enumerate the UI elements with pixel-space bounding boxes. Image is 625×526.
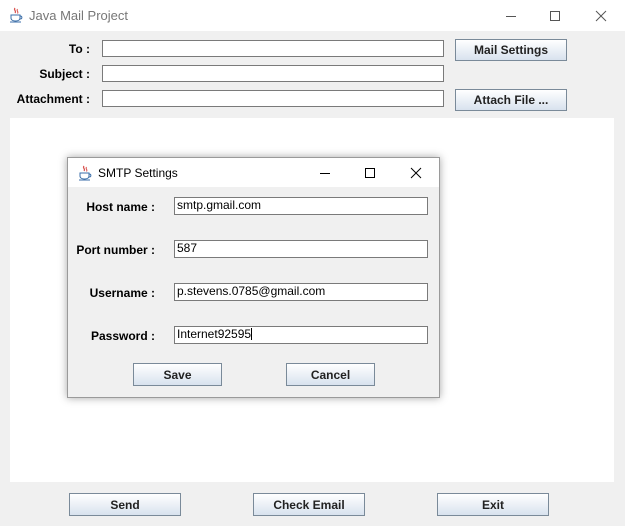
dialog-title-bar: SMTP Settings: [68, 158, 439, 187]
smtp-settings-dialog: SMTP Settings Host name : smtp.gmail.com…: [67, 157, 440, 398]
text-caret: [251, 328, 253, 340]
minimize-button[interactable]: [488, 0, 534, 31]
username-field[interactable]: p.stevens.0785@gmail.com: [174, 283, 428, 301]
save-button[interactable]: Save: [133, 363, 222, 386]
maximize-icon: [550, 10, 560, 21]
dialog-maximize-button[interactable]: [347, 158, 393, 187]
username-label: Username :: [89, 286, 155, 300]
to-field[interactable]: [102, 40, 444, 57]
host-name-field[interactable]: smtp.gmail.com: [174, 197, 428, 215]
send-button[interactable]: Send: [69, 493, 181, 516]
minimize-icon: [506, 15, 516, 17]
mail-settings-button[interactable]: Mail Settings: [455, 39, 567, 61]
minimize-icon: [320, 172, 330, 174]
close-button[interactable]: [578, 0, 624, 31]
maximize-icon: [365, 167, 375, 178]
port-number-label: Port number :: [76, 243, 155, 257]
window-title: Java Mail Project: [29, 8, 128, 23]
subject-field[interactable]: [102, 65, 444, 82]
dialog-minimize-button[interactable]: [302, 158, 348, 187]
close-icon: [595, 10, 607, 21]
title-bar: Java Mail Project: [0, 0, 625, 31]
password-field[interactable]: Internet92595: [174, 326, 428, 344]
exit-button[interactable]: Exit: [437, 493, 549, 516]
java-cup-icon: [77, 165, 93, 181]
java-cup-icon: [8, 7, 24, 23]
dialog-close-button[interactable]: [393, 158, 439, 187]
attachment-label: Attachment :: [16, 92, 90, 106]
check-email-button[interactable]: Check Email: [253, 493, 365, 516]
dialog-title: SMTP Settings: [98, 166, 178, 180]
subject-label: Subject :: [39, 67, 90, 81]
cancel-button[interactable]: Cancel: [286, 363, 375, 386]
close-icon: [410, 167, 422, 178]
port-number-field[interactable]: 587: [174, 240, 428, 258]
password-value: Internet92595: [177, 327, 252, 341]
to-label: To :: [68, 42, 90, 56]
maximize-button[interactable]: [532, 0, 578, 31]
attachment-field[interactable]: [102, 90, 444, 107]
attach-file-button[interactable]: Attach File ...: [455, 89, 567, 111]
host-name-label: Host name :: [86, 200, 155, 214]
password-label: Password :: [90, 329, 155, 343]
